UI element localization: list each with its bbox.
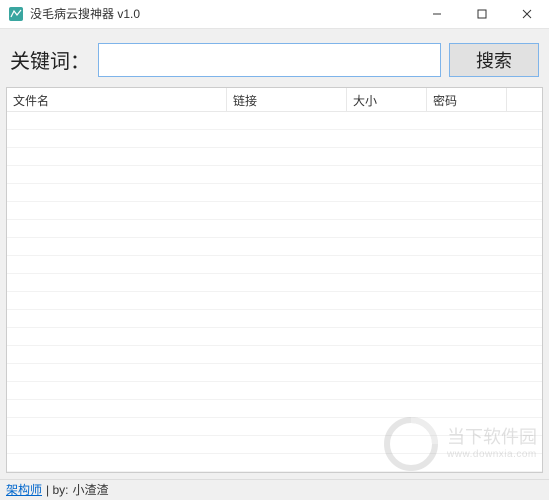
list-item	[7, 166, 542, 184]
list-item	[7, 364, 542, 382]
list-item	[7, 328, 542, 346]
list-item	[7, 418, 542, 436]
list-item	[7, 400, 542, 418]
client-area: 关键词： 搜索 文件名 链接 大小 密码	[0, 29, 549, 479]
column-spacer	[507, 88, 542, 111]
list-item	[7, 130, 542, 148]
maximize-button[interactable]	[459, 0, 504, 28]
statusbar-author: 小渣渣	[72, 481, 108, 498]
list-item	[7, 148, 542, 166]
list-item	[7, 346, 542, 364]
statusbar-link[interactable]: 架构师	[6, 481, 42, 498]
column-password[interactable]: 密码	[427, 88, 507, 111]
results-listview: 文件名 链接 大小 密码	[6, 87, 543, 473]
titlebar: 没毛病云搜神器 v1.0	[0, 0, 549, 29]
minimize-button[interactable]	[414, 0, 459, 28]
keyword-label: 关键词：	[10, 45, 90, 74]
list-item	[7, 382, 542, 400]
list-item	[7, 112, 542, 130]
list-item	[7, 436, 542, 454]
close-button[interactable]	[504, 0, 549, 28]
list-item	[7, 274, 542, 292]
list-item	[7, 310, 542, 328]
list-item	[7, 256, 542, 274]
column-size[interactable]: 大小	[347, 88, 427, 111]
window-title: 没毛病云搜神器 v1.0	[30, 5, 414, 22]
listview-body[interactable]	[7, 112, 542, 472]
window-controls	[414, 0, 549, 28]
list-item	[7, 184, 542, 202]
list-item	[7, 202, 542, 220]
app-window: 没毛病云搜神器 v1.0 关键词： 搜索 文件名 链接 大小 密码	[0, 0, 549, 500]
search-button[interactable]: 搜索	[449, 43, 539, 77]
app-icon	[8, 6, 24, 22]
keyword-input[interactable]	[98, 43, 441, 77]
statusbar-separator: | by:	[46, 483, 68, 497]
column-link[interactable]: 链接	[227, 88, 347, 111]
list-item	[7, 454, 542, 472]
listview-header: 文件名 链接 大小 密码	[7, 88, 542, 112]
list-item	[7, 220, 542, 238]
column-filename[interactable]: 文件名	[7, 88, 227, 111]
list-item	[7, 238, 542, 256]
search-row: 关键词： 搜索	[6, 35, 543, 87]
statusbar: 架构师 | by: 小渣渣	[0, 479, 549, 500]
list-item	[7, 292, 542, 310]
